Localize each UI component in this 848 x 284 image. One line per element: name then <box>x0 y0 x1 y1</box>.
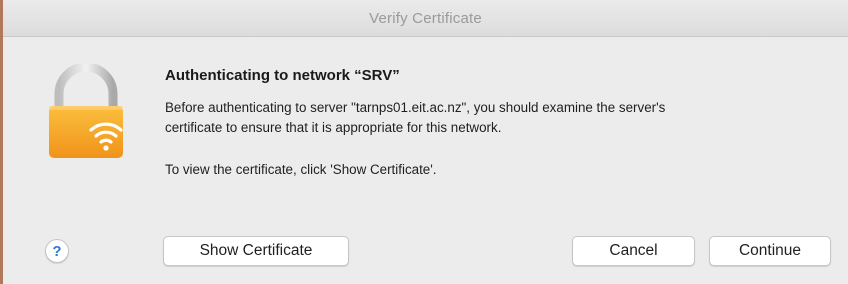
title-bar[interactable]: Verify Certificate <box>3 0 848 37</box>
dialog-heading: Authenticating to network “SRV” <box>165 67 400 84</box>
message-line-1: Before authenticating to server "tarnps0… <box>165 100 666 115</box>
window-title: Verify Certificate <box>369 9 482 27</box>
message-line-2: certificate to ensure that it is appropr… <box>165 120 502 135</box>
help-icon: ? <box>52 242 62 260</box>
verify-certificate-dialog: Verify Certificate Authenticating to net… <box>0 0 848 284</box>
cancel-button[interactable]: Cancel <box>572 236 695 266</box>
dialog-message: Before authenticating to server "tarnps0… <box>165 98 825 138</box>
show-certificate-button[interactable]: Show Certificate <box>163 236 349 266</box>
wifi-lock-icon <box>49 64 123 158</box>
continue-button[interactable]: Continue <box>709 236 831 266</box>
dialog-instruction: To view the certificate, click 'Show Cer… <box>165 162 437 177</box>
help-button[interactable]: ? <box>45 239 69 263</box>
